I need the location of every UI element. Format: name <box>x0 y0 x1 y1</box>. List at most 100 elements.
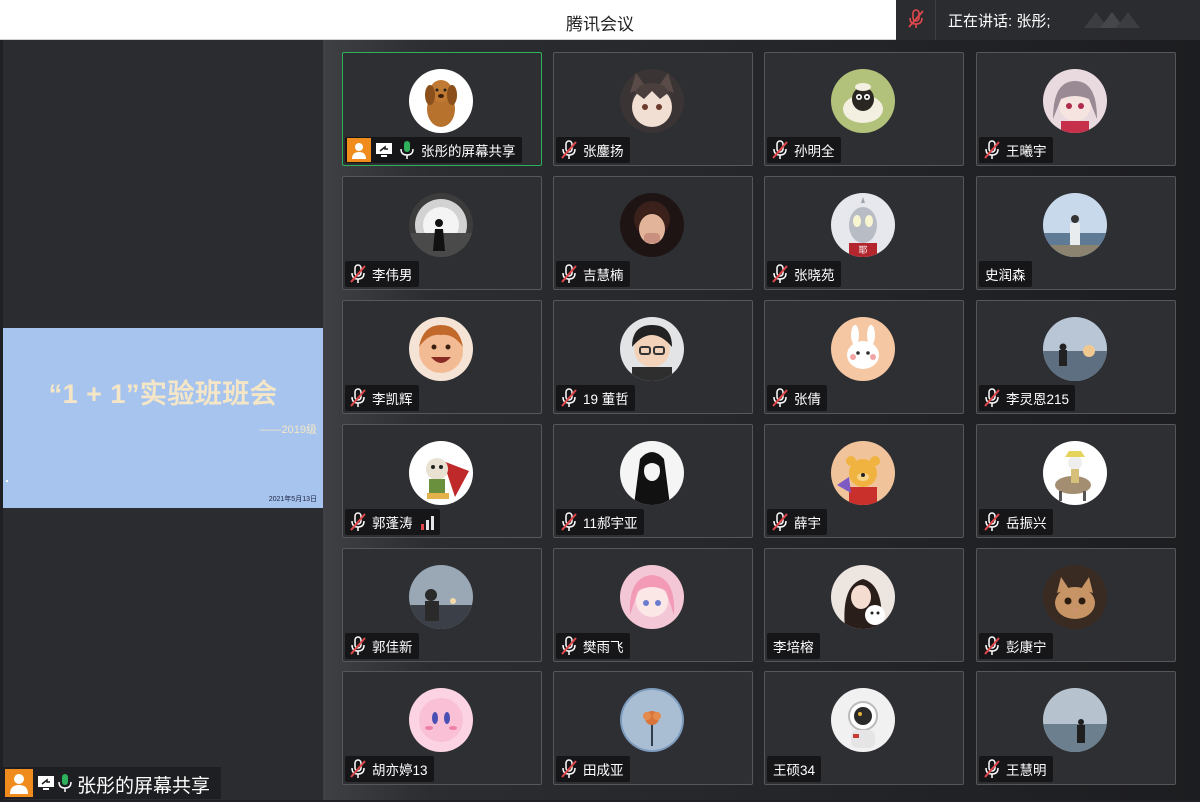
participant-tile[interactable]: 岳振兴 <box>976 424 1176 538</box>
avatar <box>1043 317 1107 381</box>
participant-tile[interactable]: 胡亦婷13 <box>342 671 542 785</box>
participant-name-tag: 王硕34 <box>767 756 822 782</box>
mic-muted-icon <box>984 140 1000 159</box>
avatar <box>409 193 473 257</box>
mic-muted-icon-wrap <box>981 387 1003 409</box>
participant-name: 胡亦婷13 <box>372 763 428 778</box>
mic-muted-icon-wrap <box>347 511 369 533</box>
participant-tile[interactable]: 张鏖扬 <box>553 52 753 166</box>
avatar <box>620 69 684 133</box>
mic-muted-icon-wrap <box>981 511 1003 533</box>
tencent-meeting-logo-icon <box>1084 12 1140 28</box>
mic-muted-icon-wrap <box>558 139 580 161</box>
mic-muted-icon-wrap <box>981 139 1003 161</box>
participant-tile[interactable]: 李培榕 <box>764 548 964 662</box>
mic-muted-icon-wrap <box>347 635 369 657</box>
mic-muted-icon <box>984 388 1000 407</box>
participant-tile[interactable]: 李灵恩215 <box>976 300 1176 414</box>
screen-share-owner: 张彤的屏幕共享 <box>77 776 211 797</box>
avatar <box>409 441 473 505</box>
participant-name-tag: 郭蓬涛 <box>345 509 440 535</box>
avatar <box>831 688 895 752</box>
participant-tile[interactable]: 19 董哲 <box>553 300 753 414</box>
participant-name: 薛宇 <box>794 516 821 531</box>
mic-muted-icon <box>772 512 788 531</box>
participant-name: 吉慧楠 <box>583 268 624 283</box>
mic-muted-icon-wrap <box>558 387 580 409</box>
participant-name-tag: 李灵恩215 <box>979 385 1076 411</box>
participant-name-tag: 薛宇 <box>767 509 827 535</box>
participant-tile[interactable]: 樊雨飞 <box>553 548 753 662</box>
avatar <box>620 565 684 629</box>
participant-name-tag: 11郝宇亚 <box>556 509 644 535</box>
participant-tile[interactable]: 彭康宁 <box>976 548 1176 662</box>
avatar <box>831 565 895 629</box>
slide-date: 2021年5月13日 <box>268 496 317 503</box>
mic-muted-icon-wrap <box>347 263 369 285</box>
mic-muted-icon-wrap <box>769 263 791 285</box>
mic-muted-icon-wrap <box>347 387 369 409</box>
mic-muted-icon <box>984 636 1000 655</box>
participant-tile[interactable]: 张彤的屏幕共享 <box>342 52 542 166</box>
participant-tile[interactable]: 史润森 <box>976 176 1176 290</box>
participant-name: 李灵恩215 <box>1006 392 1070 407</box>
participant-tile[interactable]: 李凯辉 <box>342 300 542 414</box>
mic-muted-icon-wrap <box>981 635 1003 657</box>
participant-name: 李凯辉 <box>372 392 413 407</box>
participant-tile[interactable]: 11郝宇亚 <box>553 424 753 538</box>
participant-tile[interactable]: 李伟男 <box>342 176 542 290</box>
participant-tile[interactable]: 王曦宇 <box>976 52 1176 166</box>
host-icon <box>347 138 371 162</box>
participant-name-tag: 彭康宁 <box>979 633 1053 659</box>
participant-tile[interactable]: 郭佳新 <box>342 548 542 662</box>
participant-tile[interactable]: 田成亚 <box>553 671 753 785</box>
slide-subtitle: ——2019级 <box>259 424 317 436</box>
avatar <box>1043 441 1107 505</box>
avatar: 耶 <box>831 193 895 257</box>
mic-muted-icon-wrap <box>981 758 1003 780</box>
avatar <box>620 317 684 381</box>
participant-name-tag: 史润森 <box>979 261 1032 287</box>
mic-muted-icon <box>772 388 788 407</box>
mic-muted-icon <box>772 140 788 159</box>
participant-tile[interactable]: 孙明全 <box>764 52 964 166</box>
avatar <box>409 317 473 381</box>
participant-tile[interactable]: 王硕34 <box>764 671 964 785</box>
participant-name-tag: 李伟男 <box>345 261 419 287</box>
screen-share-label: 张彤的屏幕共享 <box>3 767 221 799</box>
participant-grid: 张彤的屏幕共享 张鏖扬 孙明全王曦宇李伟男 吉慧楠 耶张晓苑史润森李凯辉 19 董哲 张倩李… <box>323 40 1200 800</box>
participant-tile[interactable]: 张倩 <box>764 300 964 414</box>
mute-toggle-button[interactable] <box>896 0 936 40</box>
screen-share-icon <box>374 140 394 160</box>
participant-name-tag: 郭佳新 <box>345 633 419 659</box>
participant-tile[interactable]: 耶张晓苑 <box>764 176 964 290</box>
mic-muted-icon <box>561 636 577 655</box>
participant-name: 11郝宇亚 <box>583 516 638 531</box>
avatar <box>409 688 473 752</box>
participant-tile[interactable]: 吉慧楠 <box>553 176 753 290</box>
mic-muted-icon <box>561 759 577 778</box>
avatar <box>831 441 895 505</box>
mic-muted-icon <box>350 636 366 655</box>
mic-muted-icon-wrap <box>769 387 791 409</box>
mic-muted-icon-wrap <box>769 511 791 533</box>
host-avatar-icon <box>5 769 33 797</box>
participant-name: 岳振兴 <box>1006 516 1047 531</box>
screen-share-icon <box>38 776 54 790</box>
mic-on-icon <box>400 141 414 159</box>
avatar <box>1043 565 1107 629</box>
participant-name-tag: 李培榕 <box>767 633 820 659</box>
participant-tile[interactable]: 薛宇 <box>764 424 964 538</box>
participant-tile[interactable]: 王慧明 <box>976 671 1176 785</box>
mic-muted-icon <box>561 264 577 283</box>
participant-name: 王曦宇 <box>1006 144 1047 159</box>
mic-muted-icon <box>561 512 577 531</box>
avatar <box>1043 688 1107 752</box>
participant-tile[interactable]: 郭蓬涛 <box>342 424 542 538</box>
participant-name-tag: 张鏖扬 <box>556 137 630 163</box>
participant-name-tag: 李凯辉 <box>345 385 419 411</box>
mic-muted-icon-wrap <box>347 758 369 780</box>
mic-muted-icon-wrap <box>558 511 580 533</box>
avatar <box>620 688 684 752</box>
participant-name: 史润森 <box>985 268 1026 283</box>
